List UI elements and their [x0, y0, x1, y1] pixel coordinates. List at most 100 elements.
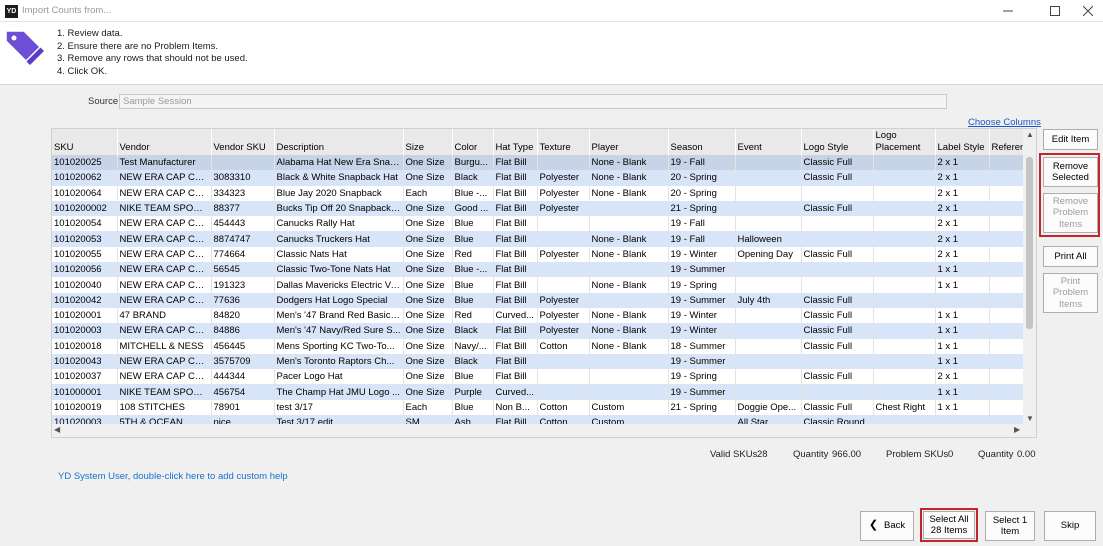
table-row[interactable]: 101000001 NIKE TEAM SPORTS 456754 The Champ… [52, 384, 1024, 400]
problem-skus-label: Problem SKUs [886, 449, 949, 460]
skip-label: Skip [1060, 520, 1080, 532]
table-cell: 77636 [211, 292, 275, 308]
table-cell: Halloween [735, 231, 802, 247]
source-field[interactable] [119, 94, 947, 109]
column-header[interactable]: Label Style [935, 129, 990, 155]
maximize-icon [1050, 6, 1060, 16]
column-header[interactable]: Season [668, 129, 736, 155]
table-row[interactable]: 101020018 MITCHELL & NESS 456445 Mens Sport… [52, 338, 1024, 354]
column-header[interactable]: Logo Style [801, 129, 874, 155]
table-cell: NEW ERA CAP CO... [117, 353, 212, 370]
items-grid[interactable]: SKU Vendor Vendor SKU Description Size Color H… [51, 128, 1037, 438]
table-cell: Purple [452, 384, 494, 400]
vertical-scrollbar[interactable]: ▲ ▼ [1023, 129, 1036, 425]
table-row[interactable]: 101020025 Test Manufacturer Alabama Hat Ne… [52, 155, 1024, 171]
table-cell [873, 277, 936, 293]
table-cell: None - Blank [589, 155, 669, 171]
column-header[interactable]: Referenc [989, 129, 1024, 155]
column-header[interactable]: SKU [52, 129, 118, 155]
table-cell [735, 262, 802, 278]
table-row[interactable]: 101020064 NEW ERA CAP CO... 334323 Blue Jay… [52, 185, 1024, 201]
choose-columns-link[interactable]: Choose Columns [968, 117, 1041, 128]
scroll-down-icon[interactable]: ▼ [1026, 414, 1034, 424]
table-cell: 191323 [211, 277, 275, 293]
table-cell [735, 170, 802, 186]
column-header[interactable]: Event [735, 129, 802, 155]
table-row[interactable]: 101020042 NEW ERA CAP CO... 77636 Dodgers H… [52, 292, 1024, 308]
table-row[interactable]: 1010200002 NIKE TEAM SPORTS 88377 Bucks Tip… [52, 200, 1024, 217]
table-row[interactable]: 101020001 47 BRAND 84820 Men's '47 Brand Re… [52, 307, 1024, 324]
table-cell: NEW ERA CAP CO... [117, 216, 212, 232]
vertical-scroll-thumb[interactable] [1026, 157, 1033, 329]
table-cell: 56545 [211, 262, 275, 278]
table-row[interactable]: 101020062 NEW ERA CAP CO... 3083310 Black &… [52, 170, 1024, 186]
table-cell: None - Blank [589, 185, 669, 201]
table-cell [589, 369, 669, 385]
scroll-up-icon[interactable]: ▲ [1026, 130, 1034, 140]
table-row[interactable]: 101020053 NEW ERA CAP CO... 8874747 Canucks… [52, 231, 1024, 247]
table-row[interactable]: 101020055 NEW ERA CAP CO... 774664 Classic … [52, 246, 1024, 263]
table-cell [989, 231, 1024, 247]
column-header[interactable]: Logo Placement [873, 129, 936, 155]
print-problem-items-button[interactable]: Print Problem Items [1043, 273, 1098, 313]
table-cell [989, 185, 1024, 201]
table-cell: One Size [403, 292, 453, 308]
table-row[interactable]: 101020043 NEW ERA CAP CO... 3575709 Men's T… [52, 353, 1024, 370]
column-header[interactable]: Vendor [117, 129, 212, 155]
table-cell: Polyester [537, 200, 590, 217]
table-cell: Men's '47 Brand Red Basic ... [274, 307, 404, 324]
table-row[interactable]: 101020019 108 STITCHES 78901 test 3/17 Each B… [52, 399, 1024, 416]
horizontal-scrollbar[interactable]: ◀ ▶ [52, 424, 1036, 437]
table-cell: Classic Full [801, 307, 874, 324]
column-header[interactable]: Vendor SKU [211, 129, 275, 155]
column-header[interactable]: Player [589, 129, 669, 155]
table-cell: Blue [452, 292, 494, 308]
edit-item-button[interactable]: Edit Item [1043, 129, 1098, 150]
custom-help-link[interactable]: YD System User, double-click here to add… [58, 471, 288, 482]
table-cell: 3083310 [211, 170, 275, 186]
table-cell: Flat Bill [493, 353, 538, 370]
maximize-button[interactable] [1040, 2, 1070, 20]
table-cell: Men's Toronto Raptors Ch... [274, 353, 404, 370]
table-row[interactable]: 101020003 NEW ERA CAP CO... 84886 Men's '47… [52, 323, 1024, 339]
column-header[interactable]: Hat Type [493, 129, 538, 155]
table-cell: 101000001 [52, 384, 118, 400]
table-cell: 101020062 [52, 170, 118, 186]
table-row[interactable]: 101020040 NEW ERA CAP CO... 191323 Dallas M… [52, 277, 1024, 293]
scroll-left-icon[interactable]: ◀ [54, 425, 60, 435]
table-cell [873, 353, 936, 370]
close-button[interactable] [1073, 2, 1103, 20]
select-one-label-line: Item [1000, 526, 1020, 537]
minimize-button[interactable] [993, 2, 1023, 20]
skip-button[interactable]: Skip [1044, 511, 1096, 541]
table-row[interactable]: 101020037 NEW ERA CAP CO... 444344 Pacer Lo… [52, 369, 1024, 385]
table-row[interactable]: 101020054 NEW ERA CAP CO... 454443 Canucks … [52, 216, 1024, 232]
print-all-button[interactable]: Print All [1043, 246, 1098, 267]
table-row[interactable]: 101020056 NEW ERA CAP CO... 56545 Classic T… [52, 262, 1024, 278]
table-cell [537, 277, 590, 293]
column-header[interactable]: Color [452, 129, 494, 155]
select-one-item-button[interactable]: Select 1 Item [985, 511, 1035, 541]
back-button[interactable]: ❮ Back [860, 511, 914, 541]
table-cell: Canucks Truckers Hat [274, 231, 404, 247]
column-header[interactable]: Texture [537, 129, 590, 155]
instruction-step: 2. Ensure there are no Problem Items. [57, 40, 219, 52]
table-cell: NEW ERA CAP CO... [117, 369, 212, 385]
problem-skus-value: 0 [948, 449, 954, 460]
table-cell [537, 384, 590, 400]
scroll-right-icon[interactable]: ▶ [1014, 425, 1020, 435]
table-cell: 19 - Spring [668, 369, 736, 385]
table-cell: 21 - Spring [668, 200, 736, 217]
table-cell [873, 323, 936, 339]
column-header[interactable]: Description [274, 129, 404, 155]
table-cell: Black [452, 170, 494, 186]
table-cell: 101020043 [52, 353, 118, 370]
table-cell: None - Blank [589, 307, 669, 324]
table-cell: Cotton [537, 338, 590, 354]
table-cell: Classic Full [801, 292, 874, 308]
column-header[interactable]: Size [403, 129, 453, 155]
table-cell: Black [452, 353, 494, 370]
table-cell: 1 x 1 [935, 307, 990, 324]
table-cell: 101020042 [52, 292, 118, 308]
window-title: Import Counts from... [22, 5, 112, 16]
